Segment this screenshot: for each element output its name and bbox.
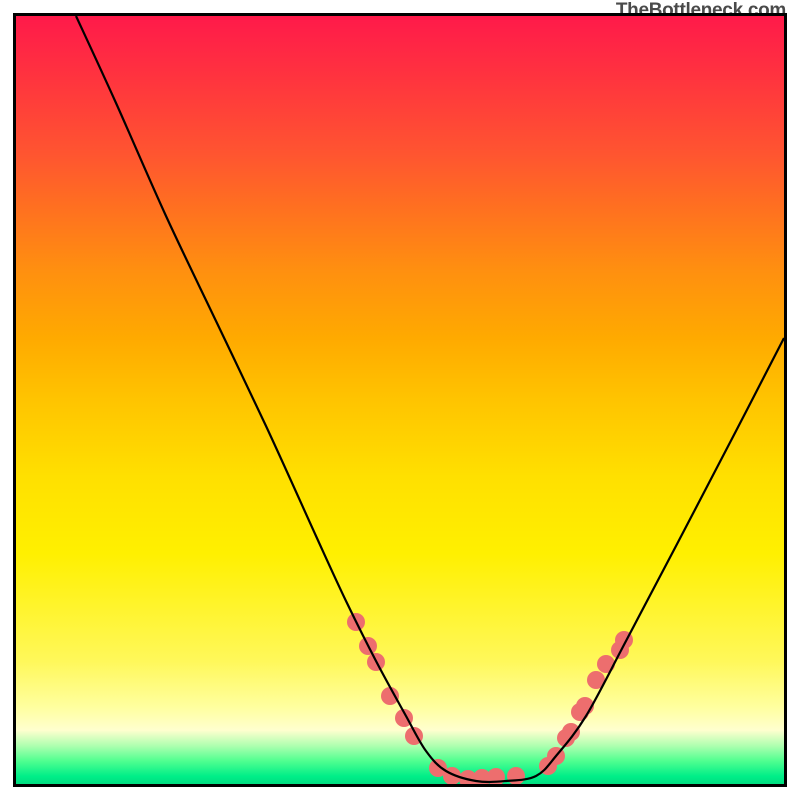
- scatter-dot: [597, 655, 615, 673]
- scatter-markers: [347, 613, 633, 784]
- bottleneck-curve: [76, 16, 784, 782]
- chart-svg: [16, 16, 784, 784]
- scatter-dot: [381, 687, 399, 705]
- chart-container: TheBottleneck.com: [0, 0, 800, 800]
- plot-frame: [13, 13, 787, 787]
